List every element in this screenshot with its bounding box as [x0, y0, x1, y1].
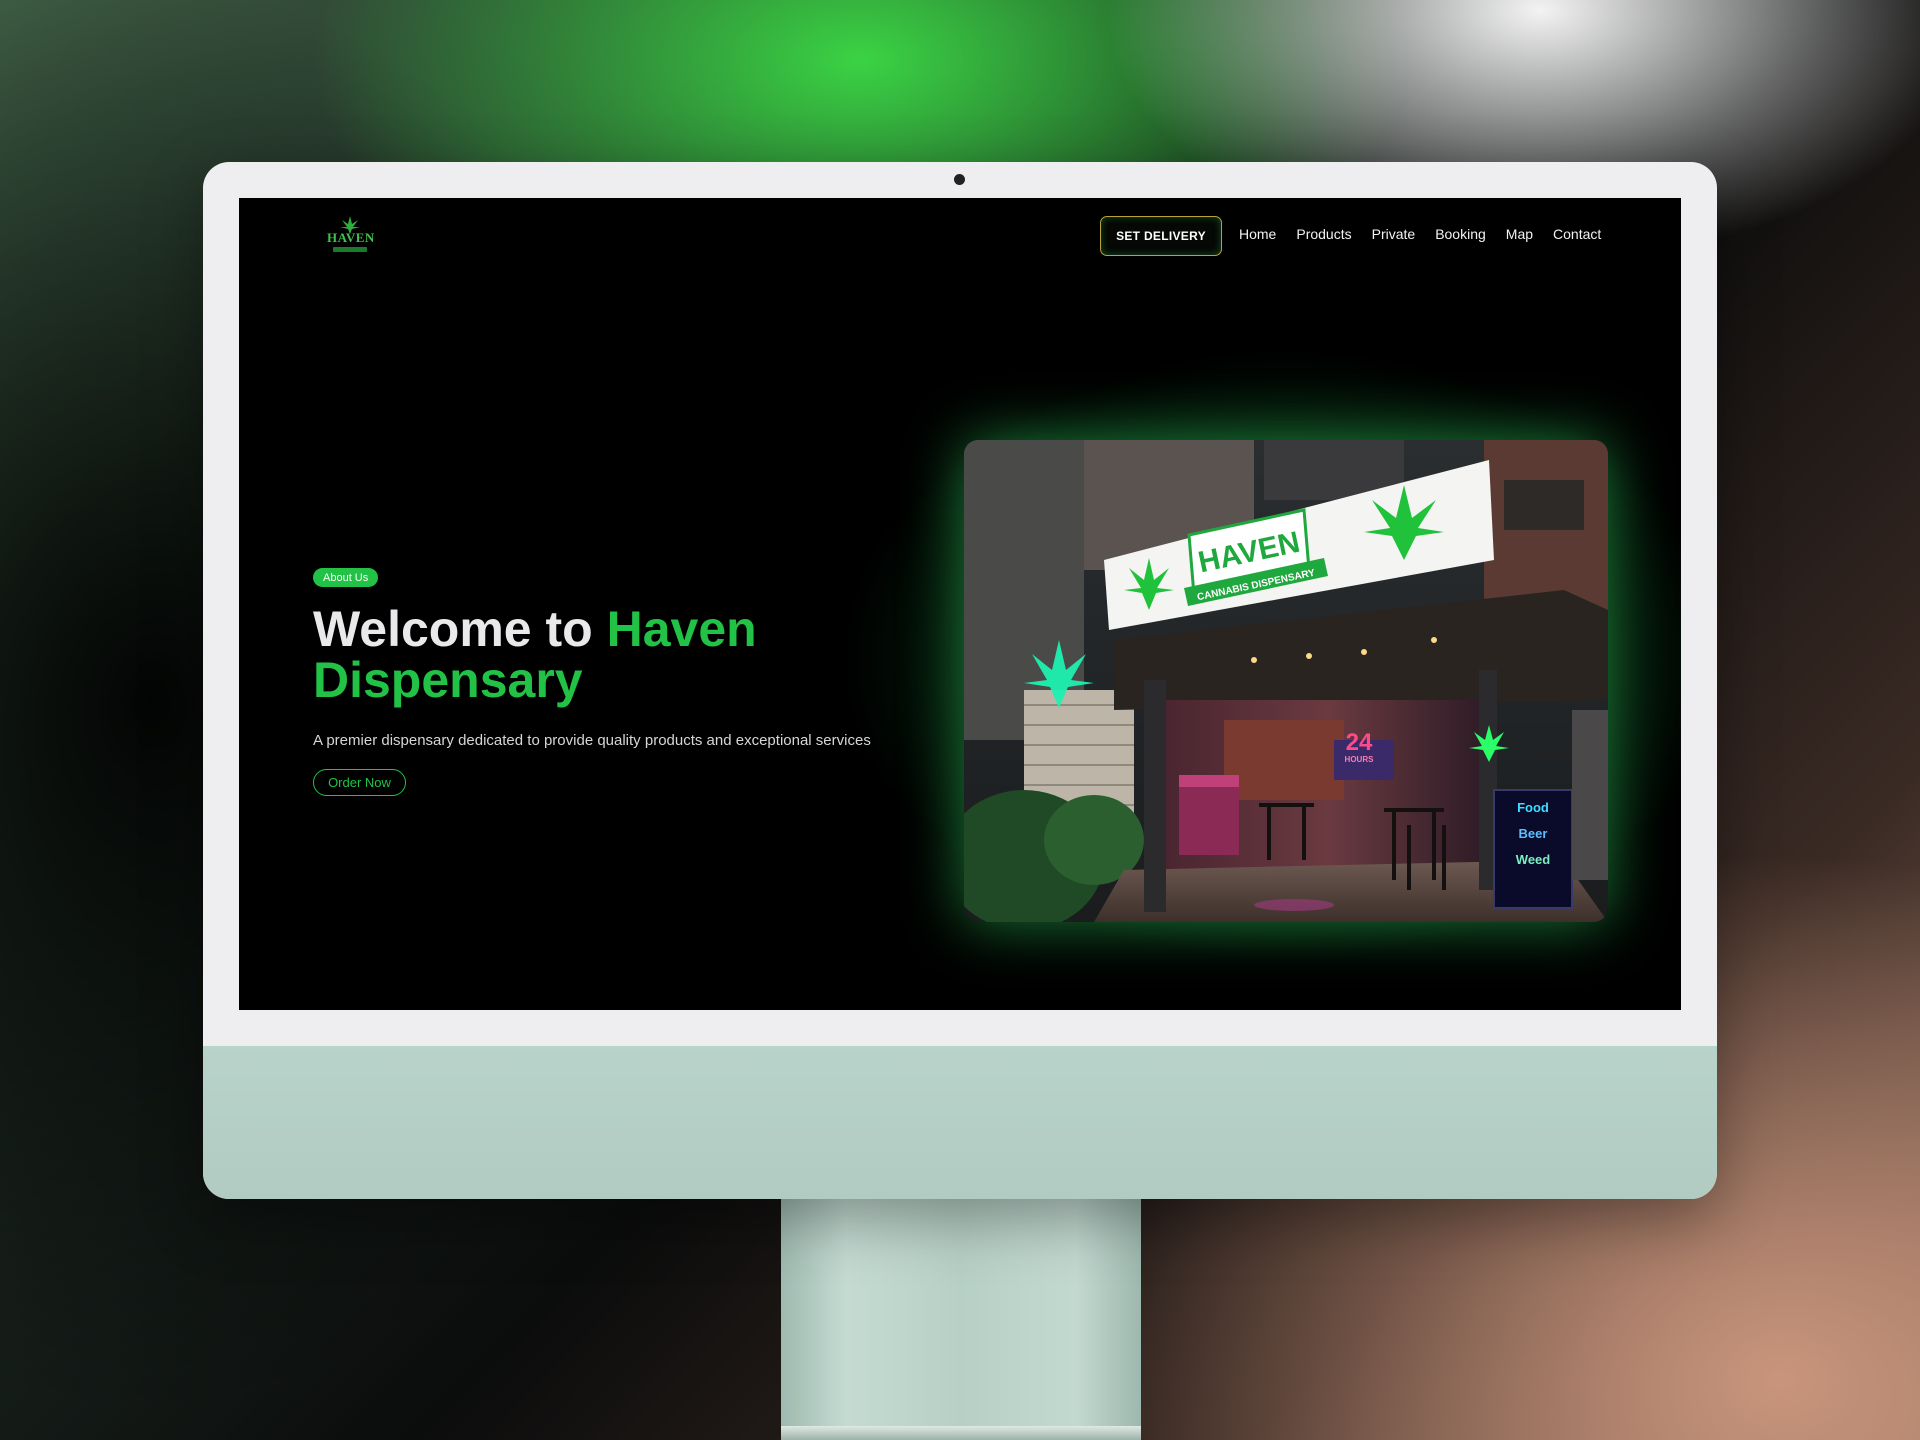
navbar: HAVEN SET DELIVERY Home Products Private…	[239, 198, 1681, 278]
set-delivery-button[interactable]: SET DELIVERY	[1100, 216, 1222, 256]
board-food: Food	[1517, 800, 1549, 815]
nav-booking[interactable]: Booking	[1435, 226, 1486, 242]
nav-products[interactable]: Products	[1296, 226, 1351, 242]
storefront-photo: HAVEN CANNABIS DISPENSARY 24 HOURS Food …	[964, 440, 1608, 922]
monitor-stand	[781, 1199, 1141, 1440]
board-beer: Beer	[1519, 826, 1548, 841]
neon-hours-label: HOURS	[1345, 755, 1375, 764]
board-weed: Weed	[1516, 852, 1550, 867]
neon-24: 24	[1346, 729, 1373, 756]
logo-ribbon	[333, 247, 367, 252]
nav-contact[interactable]: Contact	[1553, 226, 1601, 242]
website-screen: HAVEN SET DELIVERY Home Products Private…	[239, 198, 1681, 1010]
nav-home[interactable]: Home	[1239, 226, 1276, 242]
logo-wordmark: HAVEN	[327, 230, 375, 245]
camera-dot	[954, 174, 965, 185]
about-us-badge: About Us	[313, 568, 379, 587]
nav-map[interactable]: Map	[1506, 226, 1533, 242]
hero-title-lead: Welcome to	[313, 601, 607, 657]
hero-title: Welcome to Haven Dispensary	[313, 604, 873, 706]
hero-subtitle: A premier dispensary dedicated to provid…	[313, 732, 871, 749]
monitor-chin	[203, 1046, 1717, 1199]
nav-links: Home Products Private Booking Map Contac…	[1239, 226, 1621, 242]
haven-logo[interactable]: HAVEN	[327, 216, 375, 256]
order-now-button[interactable]: Order Now	[313, 769, 406, 796]
nav-private[interactable]: Private	[1372, 226, 1416, 242]
monitor-frame: HAVEN SET DELIVERY Home Products Private…	[203, 162, 1717, 1199]
